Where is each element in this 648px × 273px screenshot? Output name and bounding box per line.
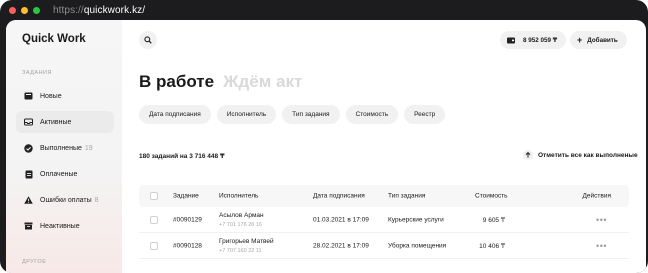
column-header-actions: Действия bbox=[582, 192, 611, 200]
balance-amount: 8 952 059 ₸ bbox=[523, 36, 558, 44]
mark-all-label: Отметить все как выполненые bbox=[538, 151, 638, 159]
task-type: Курьерские услуги bbox=[388, 216, 444, 223]
tab-awaiting-act[interactable]: Ждём акт bbox=[223, 72, 302, 92]
more-actions-icon[interactable]: ••• bbox=[596, 215, 607, 225]
sidebar-item-new[interactable]: Новые bbox=[16, 85, 114, 107]
sidebar-item-count: 8 bbox=[94, 196, 99, 204]
document-icon bbox=[24, 170, 33, 179]
sidebar-item-paid[interactable]: Оплаченые bbox=[16, 163, 114, 185]
sidebar-item-inactive[interactable]: Неактивные bbox=[16, 215, 114, 237]
sidebar-item-label: Ошибки оплаты bbox=[40, 196, 92, 204]
filter-executor[interactable]: Исполнитель bbox=[216, 105, 277, 124]
signing-date: 01.03.2021 в 17:09 bbox=[313, 216, 369, 223]
tasks-table: Задание Исполнитель Дата подписания Тип … bbox=[139, 185, 629, 259]
sidebar: Quick Work ЗАДАНИЯ Новые Активные Выполн… bbox=[6, 20, 122, 273]
search-button[interactable] bbox=[139, 31, 157, 49]
select-all-checkbox[interactable] bbox=[150, 192, 158, 200]
executor-phone: +7 707 160 22 11 bbox=[219, 247, 262, 254]
executor-name: Асылов Арман bbox=[219, 211, 264, 219]
table-row[interactable]: #0090128 Григорьев Матвей +7 707 160 22 … bbox=[139, 233, 629, 259]
executor-cell: Григорьев Матвей +7 707 160 22 11 bbox=[219, 238, 274, 254]
sidebar-item-label: Неактивные bbox=[40, 222, 80, 230]
tray-icon bbox=[24, 118, 33, 127]
add-button[interactable]: + Добавить bbox=[570, 31, 627, 49]
executor-phone: +7 701 176 26 16 bbox=[219, 221, 262, 228]
main-content: 8 952 059 ₸ + Добавить В работе Ждём акт… bbox=[122, 20, 646, 273]
table-row[interactable]: #0090129 Асылов Арман +7 701 176 26 16 0… bbox=[139, 207, 629, 233]
signing-date: 28.02.2021 в 17:09 bbox=[313, 242, 369, 249]
balance-button[interactable]: 8 952 059 ₸ bbox=[500, 31, 566, 49]
sidebar-item-active[interactable]: Активные bbox=[16, 111, 114, 133]
filter-task-type[interactable]: Тип задания bbox=[282, 105, 340, 124]
sidebar-item-label: Выполненые bbox=[40, 144, 82, 152]
column-header-task[interactable]: Задание bbox=[173, 193, 199, 200]
inbox-icon bbox=[24, 92, 33, 101]
row-checkbox[interactable] bbox=[150, 215, 158, 224]
wallet-icon bbox=[507, 37, 515, 44]
title-bar: https://quickwork.kz/ bbox=[0, 0, 648, 20]
tasks-summary: 180 заданий на 3 716 448 ₸ bbox=[139, 153, 225, 160]
maximize-window-button[interactable] bbox=[33, 6, 40, 14]
column-header-cost[interactable]: Стоимость bbox=[475, 193, 508, 200]
app-logo[interactable]: Quick Work bbox=[22, 33, 86, 45]
mark-all-completed-button[interactable]: Отметить все как выполненые bbox=[523, 150, 638, 160]
row-checkbox[interactable] bbox=[150, 241, 158, 250]
column-header-type[interactable]: Тип задания bbox=[388, 193, 425, 200]
sidebar-item-label: Новые bbox=[40, 92, 62, 100]
warning-icon bbox=[24, 196, 33, 205]
close-window-button[interactable] bbox=[9, 6, 16, 14]
task-id[interactable]: #0090129 bbox=[173, 216, 202, 223]
sidebar-item-count: 19 bbox=[84, 144, 93, 152]
column-header-executor[interactable]: Исполнитель bbox=[219, 193, 258, 200]
url-prefix: https:// bbox=[53, 4, 84, 16]
executor-name: Григорьев Матвей bbox=[219, 237, 274, 245]
check-circle-icon bbox=[24, 143, 33, 153]
status-tabs: В работе Ждём акт bbox=[139, 72, 311, 92]
executor-cell: Асылов Арман +7 701 176 26 16 bbox=[219, 212, 264, 228]
browser-window: https://quickwork.kz/ Quick Work ЗАДАНИЯ… bbox=[0, 0, 648, 273]
arrow-up-icon bbox=[523, 150, 533, 160]
tab-in-progress[interactable]: В работе bbox=[139, 72, 214, 92]
section-caption-tasks: ЗАДАНИЯ bbox=[22, 70, 52, 76]
task-id[interactable]: #0090128 bbox=[173, 242, 202, 249]
minimize-window-button[interactable] bbox=[21, 6, 28, 14]
table-header: Задание Исполнитель Дата подписания Тип … bbox=[139, 185, 629, 207]
filter-signing-date[interactable]: Дата подписания bbox=[139, 105, 211, 124]
plus-icon: + bbox=[577, 34, 583, 45]
more-actions-icon[interactable]: ••• bbox=[596, 241, 607, 251]
sidebar-item-completed[interactable]: Выполненые 19 bbox=[16, 137, 114, 159]
archive-icon bbox=[24, 222, 33, 231]
task-cost: 9 605 ₸ bbox=[482, 216, 505, 224]
filter-cost[interactable]: Стоимость bbox=[345, 105, 399, 124]
address-bar[interactable]: https://quickwork.kz/ bbox=[53, 5, 145, 16]
app-screen: Quick Work ЗАДАНИЯ Новые Активные Выполн… bbox=[6, 20, 646, 273]
column-header-date[interactable]: Дата подписания bbox=[313, 193, 365, 200]
url-domain: quickwork.kz/ bbox=[83, 4, 146, 16]
filter-registry[interactable]: Реестр bbox=[404, 105, 446, 124]
sidebar-item-label: Активные bbox=[40, 118, 72, 126]
section-caption-other: ДРУГОЕ bbox=[22, 259, 47, 265]
sidebar-item-payment-errors[interactable]: Ошибки оплаты 8 bbox=[16, 189, 114, 211]
add-button-label: Добавить bbox=[587, 36, 618, 44]
task-type: Уборка помещения bbox=[388, 242, 447, 249]
task-cost: 10 406 ₸ bbox=[479, 242, 505, 250]
filter-bar: Дата подписания Исполнитель Тип задания … bbox=[139, 105, 451, 124]
sidebar-item-label: Оплаченые bbox=[40, 170, 78, 178]
search-icon bbox=[144, 31, 152, 49]
